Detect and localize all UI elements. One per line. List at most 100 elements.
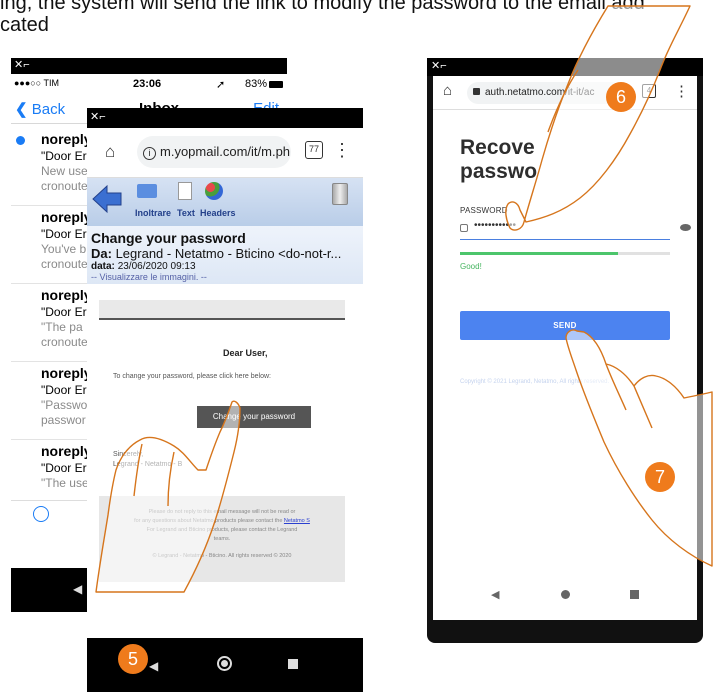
address-field[interactable]: auth.netatmo.com/it-it/ac (467, 82, 623, 104)
change-password-button[interactable]: Change your password (197, 406, 311, 428)
mail-sender: noreply (41, 287, 92, 303)
from-label: Da: (91, 246, 112, 261)
battery-icon (269, 81, 283, 88)
footer-line: For Legrand and Bticino products, please… (146, 527, 298, 533)
mail-subject: "Door Er (41, 227, 87, 241)
battery-level: 83% (245, 78, 268, 90)
email-subject: Change your password (91, 230, 246, 246)
nav-home-icon[interactable] (561, 590, 570, 599)
mail-preview: "The pa (41, 320, 83, 334)
text-icon[interactable] (178, 182, 192, 200)
phone-yopmail: ✕⌐ ⌂ i m.yopmail.com/it/m.ph 77 ⋮ Inoltra… (87, 108, 363, 692)
yopmail-toolbar: Inoltrare Text Headers (87, 178, 363, 226)
trash-icon[interactable] (332, 183, 348, 205)
mail-subject: "Door Er (41, 461, 87, 475)
mail-preview: "Passwo (41, 398, 88, 412)
caption-line-1: ing, the system will send the link to mo… (0, 0, 645, 14)
instruction-text: To change your password, please click he… (113, 373, 271, 380)
footer-line: teams. (213, 536, 231, 542)
screen-cast-icon: ✕⌐ (90, 111, 106, 123)
date-label: data: (91, 261, 115, 272)
location-icon: ➚ (216, 79, 226, 91)
home-icon[interactable]: ⌂ (105, 142, 115, 162)
mail-preview: You've b (41, 242, 87, 256)
footer-copyright: © Legrand - Netatmo - Bticino. All right… (152, 553, 292, 559)
mail-preview: cronoute (41, 179, 88, 193)
page-title: Recove passwo (460, 136, 660, 184)
address-field[interactable]: i m.yopmail.com/it/m.ph (137, 136, 291, 168)
footer-line: Please do not reply to this email messag… (148, 509, 296, 515)
mail-sender: noreply (41, 365, 92, 381)
tab-count-button[interactable]: 4 (642, 84, 656, 98)
password-strength-bar (460, 252, 670, 255)
password-strength-text: Good! (460, 262, 482, 271)
from-value: Legrand - Netatmo - Bticino <do-not-r... (115, 246, 342, 261)
lock-icon (473, 88, 480, 95)
ios-status-bar: ●●●○○ TIM 23:06 ➚ 83% (11, 74, 287, 94)
nav-back-icon[interactable]: ◀ (491, 588, 499, 601)
email-header: Change your password Da: Legrand - Netat… (87, 226, 363, 284)
mail-preview: New use (41, 164, 88, 178)
mail-subject: "Door Er (41, 383, 87, 397)
info-icon: i (143, 147, 156, 160)
password-strength-fill (460, 252, 618, 255)
password-input[interactable]: •••••••••••• (460, 220, 670, 240)
mail-sender: noreply (41, 209, 92, 225)
nav-recents-icon[interactable] (288, 659, 298, 669)
android-status-bar: ✕⌐ (87, 108, 363, 128)
chevron-left-icon: ❮ (15, 101, 28, 118)
headers-icon[interactable] (205, 182, 223, 200)
filter-icon[interactable] (33, 506, 49, 522)
phone-recover-password: ✕⌐ ⌂ auth.netatmo.com/it-it/ac 4 ⋮ Recov… (427, 58, 703, 643)
footer-line: for any questions about Netatmo products… (134, 518, 283, 524)
title-line: passwo (460, 160, 538, 183)
closing: Sincerely, (113, 451, 144, 458)
footer-link[interactable]: Netatmo S (284, 518, 310, 524)
android-status-bar: ✕⌐ (427, 58, 703, 76)
nav-back-icon[interactable]: ◀ (149, 659, 158, 673)
mail-sender: noreply (41, 131, 92, 147)
browser-url-bar: ⌂ i m.yopmail.com/it/m.ph 77 ⋮ (87, 128, 363, 178)
recover-screen: ⌂ auth.netatmo.com/it-it/ac 4 ⋮ Recove p… (433, 76, 697, 568)
mail-preview: cronoute (41, 335, 88, 349)
clock: 23:06 (133, 78, 162, 90)
mail-subject: "Door Er (41, 149, 87, 163)
back-label: Back (31, 101, 66, 118)
screen-cast-icon: ✕⌐ (14, 59, 30, 71)
back-button[interactable]: ❮ Back (15, 100, 65, 118)
browser-menu-icon[interactable]: ⋮ (674, 82, 689, 100)
android-nav-bar: ◀ (433, 568, 697, 620)
nav-back-icon[interactable]: ◀ (73, 582, 82, 596)
nav-home-icon[interactable] (217, 656, 232, 671)
stage: ing, the system will send the link to mo… (0, 0, 718, 692)
step-badge-7: 7 (645, 462, 675, 492)
mail-preview: passwor (41, 413, 86, 427)
back-arrow-icon[interactable] (91, 182, 123, 216)
text-label[interactable]: Text (177, 208, 195, 218)
caption-line-2: cated (0, 14, 49, 36)
home-icon[interactable]: ⌂ (443, 82, 452, 99)
title-line: Recove (460, 136, 535, 159)
url-text: m.yopmail.com/it/m.ph (160, 144, 291, 159)
eye-icon[interactable] (680, 224, 691, 231)
send-button[interactable]: SEND (460, 311, 670, 340)
screen-cast-icon: ✕⌐ (431, 60, 447, 72)
browser-menu-icon[interactable]: ⋮ (333, 140, 351, 161)
sign-off: Sincerely, Legrand - Netatmo - B (113, 450, 182, 470)
nav-recents-icon[interactable] (630, 590, 639, 599)
step-badge-5: 5 (118, 644, 148, 674)
show-images-link[interactable]: -- Visualizzare le immagini. -- (91, 272, 207, 282)
tab-count-button[interactable]: 77 (305, 141, 323, 159)
forward-icon[interactable] (137, 184, 157, 198)
signature: Legrand - Netatmo - B (113, 461, 183, 468)
mail-preview: cronoute (41, 257, 88, 271)
email-footer: Please do not reply to this email messag… (99, 496, 345, 582)
mail-preview: "The use (41, 476, 89, 490)
forward-label[interactable]: Inoltrare (135, 208, 171, 218)
email-banner (99, 300, 345, 320)
step-badge-6: 6 (606, 82, 636, 112)
mail-subject: "Door Er (41, 305, 87, 319)
headers-label[interactable]: Headers (200, 208, 236, 218)
url-text: auth.netatmo.com/it-it/ac (485, 87, 595, 98)
carrier-label: ●●●○○ TIM (14, 78, 60, 88)
